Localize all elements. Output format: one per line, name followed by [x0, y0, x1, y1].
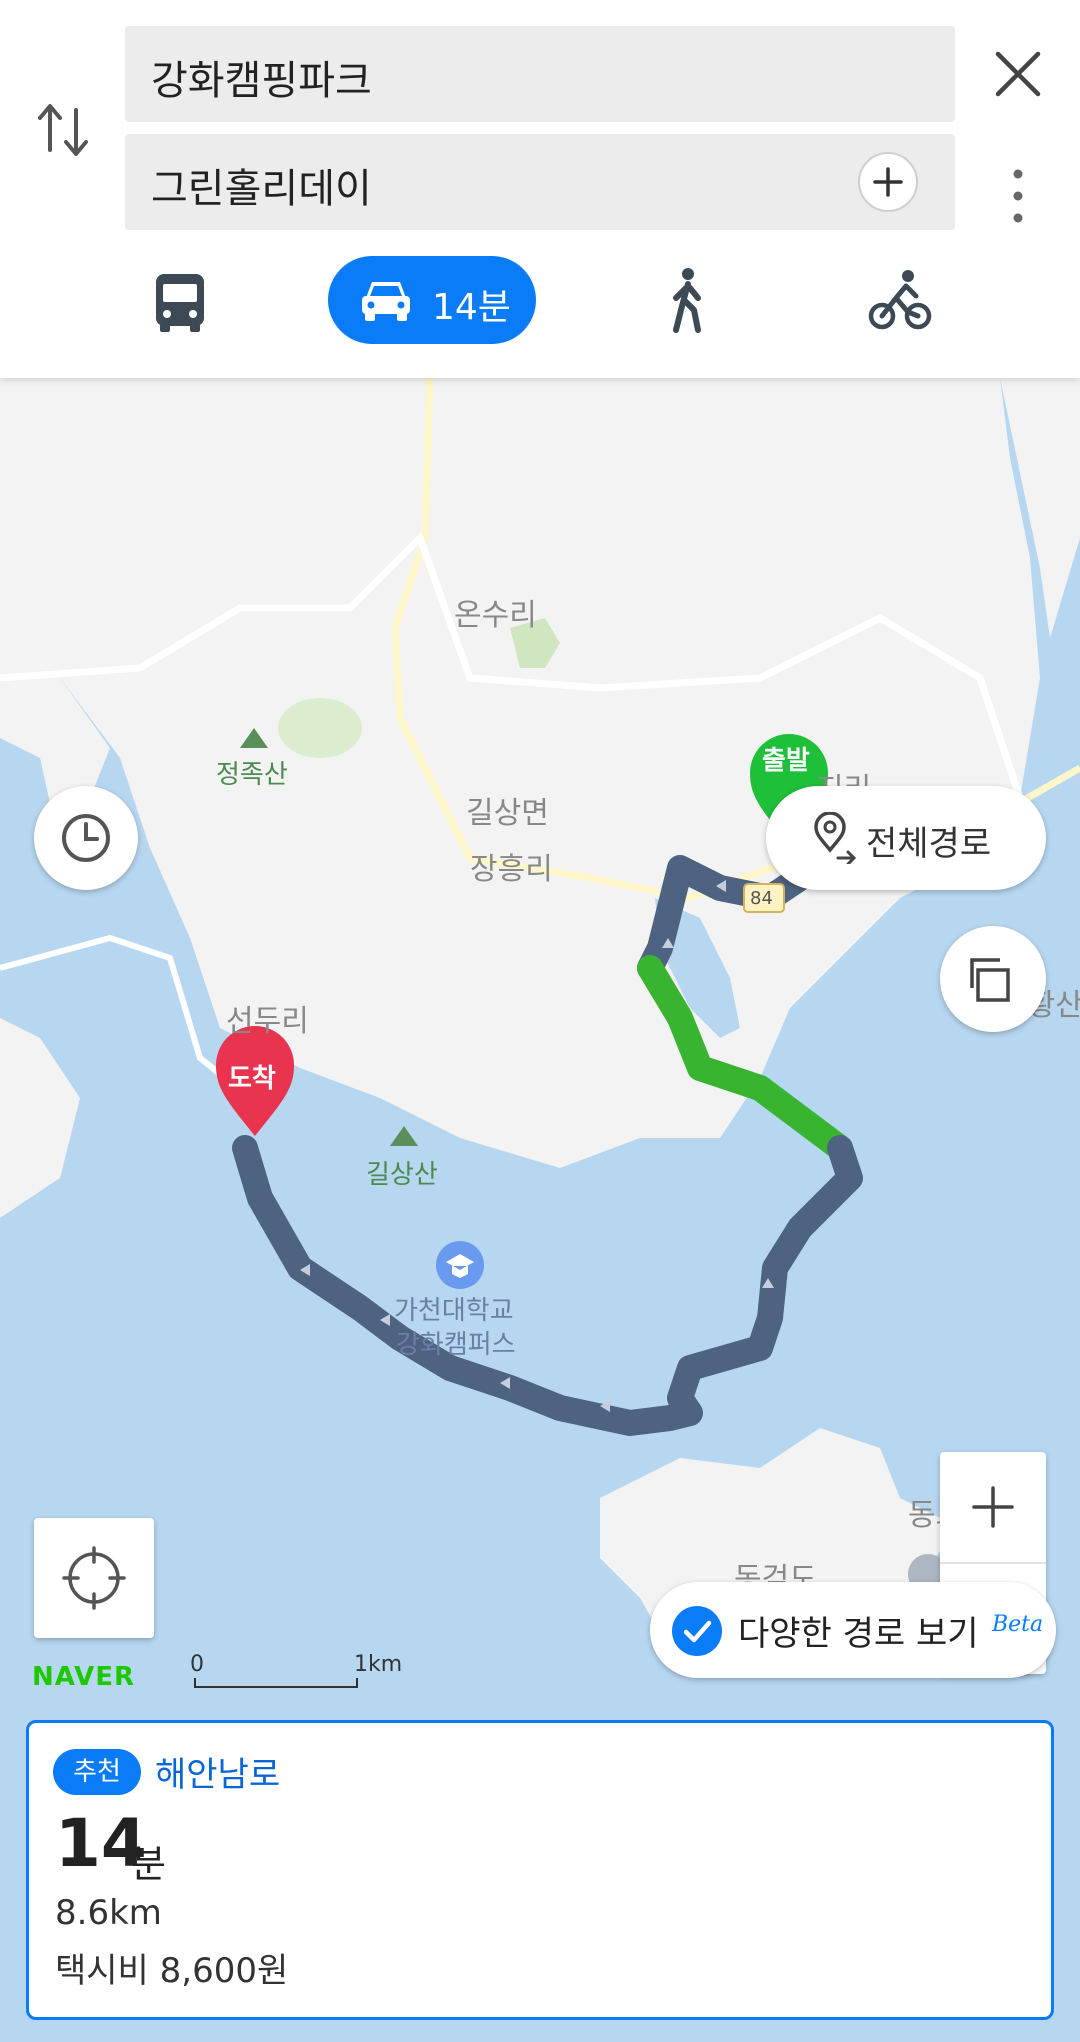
destination-text: 그린홀리데이 [151, 166, 372, 212]
map-scale: 0 1km [190, 1652, 420, 1692]
full-route-button[interactable]: 전체경로 [766, 786, 1046, 890]
route-distance: 8.6km [55, 1893, 162, 1933]
scale-bar [194, 1678, 358, 1688]
more-options-icon[interactable] [1000, 166, 1036, 226]
map-label: 선두리 [226, 1004, 309, 1039]
destination-field[interactable]: 그린홀리데이 [125, 134, 955, 230]
close-icon[interactable] [990, 46, 1046, 102]
map-label: 길상면 [466, 796, 549, 831]
current-location-button[interactable] [34, 1518, 154, 1638]
route-pin-icon [814, 812, 857, 864]
beta-label: Beta [992, 1612, 1044, 1637]
full-route-label: 전체경로 [866, 824, 992, 864]
car-mode-tab[interactable]: 14분 [328, 256, 536, 344]
walk-icon[interactable] [664, 256, 710, 344]
end-marker-label[interactable]: 도착 [228, 1058, 276, 1095]
add-waypoint-button[interactable] [858, 152, 918, 212]
map-label: 정족산 [216, 760, 288, 790]
origin-field[interactable]: 강화캠핑파크 [125, 26, 955, 122]
clock-icon [62, 814, 110, 862]
map-label: 온수리 [454, 598, 537, 633]
swap-icon[interactable] [36, 98, 90, 162]
map-label: 강화캠퍼스 [396, 1330, 516, 1360]
bus-icon[interactable] [150, 256, 210, 344]
map-label: 가천대학교 [394, 1296, 514, 1326]
recommended-badge: 추천 [53, 1749, 141, 1795]
various-routes-toggle[interactable]: 다양한 경로 보기 Beta [650, 1582, 1056, 1678]
crosshair-icon [62, 1546, 126, 1610]
map-label: 길상산 [366, 1160, 438, 1190]
route-search-header: 강화캠핑파크 그린홀리데이 14분 [0, 0, 1080, 378]
origin-text: 강화캠핑파크 [151, 58, 372, 104]
taxi-fare: 택시비 8,600원 [55, 1951, 289, 1991]
departure-time-button[interactable] [34, 786, 138, 890]
route-name: 해안남로 [155, 1755, 281, 1795]
various-routes-label: 다양한 경로 보기 [738, 1614, 979, 1654]
route-summary-card[interactable]: 추천 해안남로 14 분 8.6km 택시비 8,600원 [26, 1720, 1054, 2020]
zoom-in-button[interactable] [940, 1452, 1046, 1564]
naver-logo: NAVER [32, 1662, 136, 1692]
bicycle-icon[interactable] [868, 256, 932, 344]
road-number-label: 84 [750, 888, 773, 909]
car-time-label: 14분 [432, 287, 511, 328]
scale-end-label: 1km [354, 1652, 403, 1677]
map-label: 장흥리 [470, 852, 553, 887]
layers-icon [970, 958, 1010, 1002]
travel-time-unit: 분 [131, 1842, 166, 1886]
check-icon [672, 1606, 722, 1656]
car-icon [362, 282, 410, 321]
plus-icon [873, 167, 903, 197]
scale-start-label: 0 [190, 1652, 204, 1677]
layers-button[interactable] [940, 926, 1046, 1032]
plus-icon [972, 1486, 1014, 1528]
start-marker-label[interactable]: 출발 [762, 740, 810, 777]
